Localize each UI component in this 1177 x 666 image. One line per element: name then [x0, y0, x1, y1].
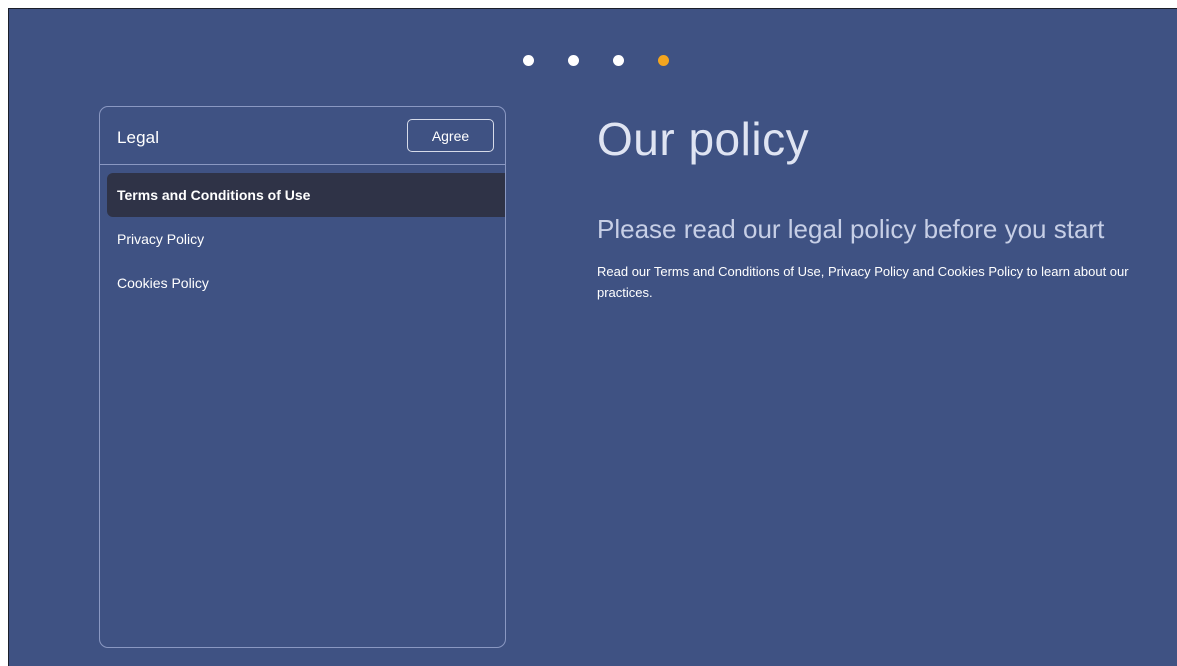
- page-dot-4-active[interactable]: [658, 55, 669, 66]
- legal-panel-title: Legal: [117, 128, 160, 147]
- menu-item-cookies[interactable]: Cookies Policy: [107, 261, 505, 305]
- page-heading: Our policy: [597, 113, 810, 165]
- menu-item-terms[interactable]: Terms and Conditions of Use: [107, 173, 505, 217]
- menu-item-privacy[interactable]: Privacy Policy: [107, 217, 505, 261]
- page-dot-2[interactable]: [568, 55, 579, 66]
- page-dot-3[interactable]: [613, 55, 624, 66]
- page-description: Read our Terms and Conditions of Use, Pr…: [597, 264, 1129, 300]
- page-indicator: [9, 55, 1177, 67]
- page-subheading: Please read our legal policy before you …: [597, 214, 1105, 244]
- legal-panel-header: Legal Agree: [100, 107, 505, 165]
- page-dot-1[interactable]: [523, 55, 534, 66]
- agree-button[interactable]: Agree: [407, 119, 494, 152]
- legal-panel: Legal Agree Terms and Conditions of Use …: [99, 106, 506, 648]
- setup-screen: Legal Agree Terms and Conditions of Use …: [8, 8, 1177, 666]
